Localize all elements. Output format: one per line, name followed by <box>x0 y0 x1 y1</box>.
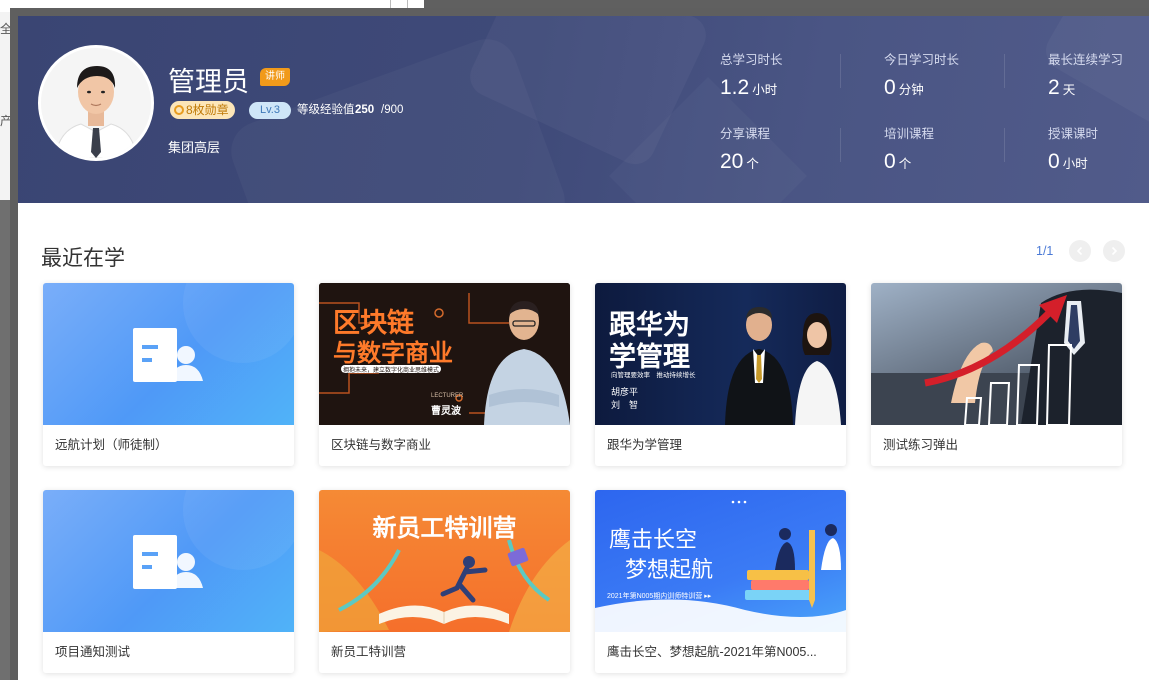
stat-label: 今日学习时长 <box>884 53 960 67</box>
stat-training-courses: 培训课程 0个 <box>884 123 1024 174</box>
stat-value: 0 小时 <box>1048 150 1088 173</box>
prev-page-button[interactable] <box>1069 240 1091 262</box>
exp-max: /900 <box>381 104 404 116</box>
cover-tagline: 向管理要效率 推动持续增长 <box>611 372 696 379</box>
course-thumbnail <box>43 490 294 632</box>
stat-value: 0个 <box>884 150 912 173</box>
course-thumbnail: 区块链 与数字商业 拥抱未来，建立数字化商业思维模式 LECTURER 曹灵波 <box>319 283 570 425</box>
stat-divider <box>1004 128 1005 162</box>
course-thumbnail <box>43 283 294 425</box>
chevron-right-icon <box>1111 246 1118 256</box>
course-card[interactable]: 跟华为 学管理 向管理要效率 推动持续增长 胡彦平 刘 智 跟华为学管理 <box>595 283 846 466</box>
course-thumbnail: 鹰击长空 梦想起航 2021年第N005期内训师特训营 ▸▸ <box>595 490 846 632</box>
course-title: 跟华为学管理 <box>607 438 683 452</box>
course-title: 测试练习弹出 <box>883 438 959 452</box>
stat-teaching-hours: 授课课时 0 小时 <box>1048 123 1149 174</box>
course-title: 远航计划（师徒制） <box>55 438 168 452</box>
course-thumbnail <box>871 283 1122 425</box>
chevron-left-icon <box>1076 246 1083 256</box>
medal-badge[interactable]: 8枚勋章 <box>170 101 235 119</box>
stat-divider <box>1004 54 1005 88</box>
course-card[interactable]: 新员工特训营 新员工特训营 <box>319 490 570 673</box>
document-user-icon <box>133 490 294 589</box>
stat-divider <box>840 54 841 88</box>
stat-divider <box>840 128 841 162</box>
cover-banner: 拥抱未来，建立数字化商业思维模式 <box>343 368 440 374</box>
course-card[interactable]: 区块链 与数字商业 拥抱未来，建立数字化商业思维模式 LECTURER 曹灵波 … <box>319 283 570 466</box>
course-title: 区块链与数字商业 <box>331 438 432 452</box>
stat-label: 授课课时 <box>1048 127 1099 141</box>
stat-value: 20 个 <box>720 150 759 173</box>
stat-value: 2天 <box>1048 76 1076 99</box>
course-title: 鹰击长空、梦想起航-2021年第N005... <box>607 645 817 659</box>
department: 集团高层 <box>168 140 221 155</box>
cover-lecturer: 刘 智 <box>611 400 639 410</box>
medal-count: 8枚勋章 <box>186 103 229 117</box>
stat-label: 培训课程 <box>884 127 935 141</box>
course-card[interactable]: 远航计划（师徒制） <box>43 283 294 466</box>
cover-lecturer-label: LECTURER <box>431 393 464 399</box>
cover-subtitle: 与数字商业 <box>333 340 453 367</box>
stat-label: 最长连续学习 <box>1048 53 1124 67</box>
profile-header: 管理员 讲师 8枚勋章 Lv.3 等级经验值 250 /900 集团高层 总学习… <box>18 16 1149 203</box>
section-title: 最近在学 <box>41 247 125 270</box>
avatar[interactable] <box>38 45 154 161</box>
medal-icon <box>174 105 184 115</box>
stat-value: 1.2 小时 <box>720 76 778 99</box>
course-card[interactable]: 鹰击长空 梦想起航 2021年第N005期内训师特训营 ▸▸ 鹰击长空、梦想起航… <box>595 490 846 673</box>
course-card[interactable]: 测试练习弹出 <box>871 283 1122 466</box>
cover-subtitle: 梦想起航 <box>625 557 714 582</box>
course-card[interactable]: 项目通知测试 <box>43 490 294 673</box>
cover-tagline: 2021年第N005期内训师特训营 ▸▸ <box>607 593 712 600</box>
level-badge: Lv.3 <box>249 102 291 119</box>
stat-today-study-time: 今日学习时长 0 分钟 <box>884 49 1024 100</box>
stat-label: 分享课程 <box>720 127 771 141</box>
stat-shared-courses: 分享课程 20 个 <box>720 123 860 174</box>
pager-text: 1/1 <box>1036 244 1054 258</box>
cover-title: 鹰击长空 <box>609 527 698 552</box>
document-user-icon <box>133 283 294 382</box>
cover-lecturer: 胡彦平 <box>611 387 639 397</box>
stat-longest-streak: 最长连续学习 2天 <box>1048 49 1149 100</box>
course-thumbnail: 跟华为 学管理 向管理要效率 推动持续增长 胡彦平 刘 智 <box>595 283 846 425</box>
exp-current: 250 <box>355 104 375 116</box>
role-badge: 讲师 <box>260 68 290 86</box>
next-page-button[interactable] <box>1103 240 1125 262</box>
cover-title: 新员工特训营 <box>372 515 517 542</box>
stat-label: 总学习时长 <box>720 53 783 67</box>
profile-modal: 管理员 讲师 8枚勋章 Lv.3 等级经验值 250 /900 集团高层 总学习… <box>10 8 1149 680</box>
stat-value: 0 分钟 <box>884 76 924 99</box>
exp-label: 等级经验值 <box>297 104 355 116</box>
stat-total-study-time: 总学习时长 1.2 小时 <box>720 49 860 100</box>
course-title: 项目通知测试 <box>55 645 131 659</box>
user-name: 管理员 <box>168 67 249 97</box>
course-title: 新员工特训营 <box>331 645 407 659</box>
cover-lecturer: 曹灵波 <box>431 406 461 417</box>
course-thumbnail: 新员工特训营 <box>319 490 570 632</box>
